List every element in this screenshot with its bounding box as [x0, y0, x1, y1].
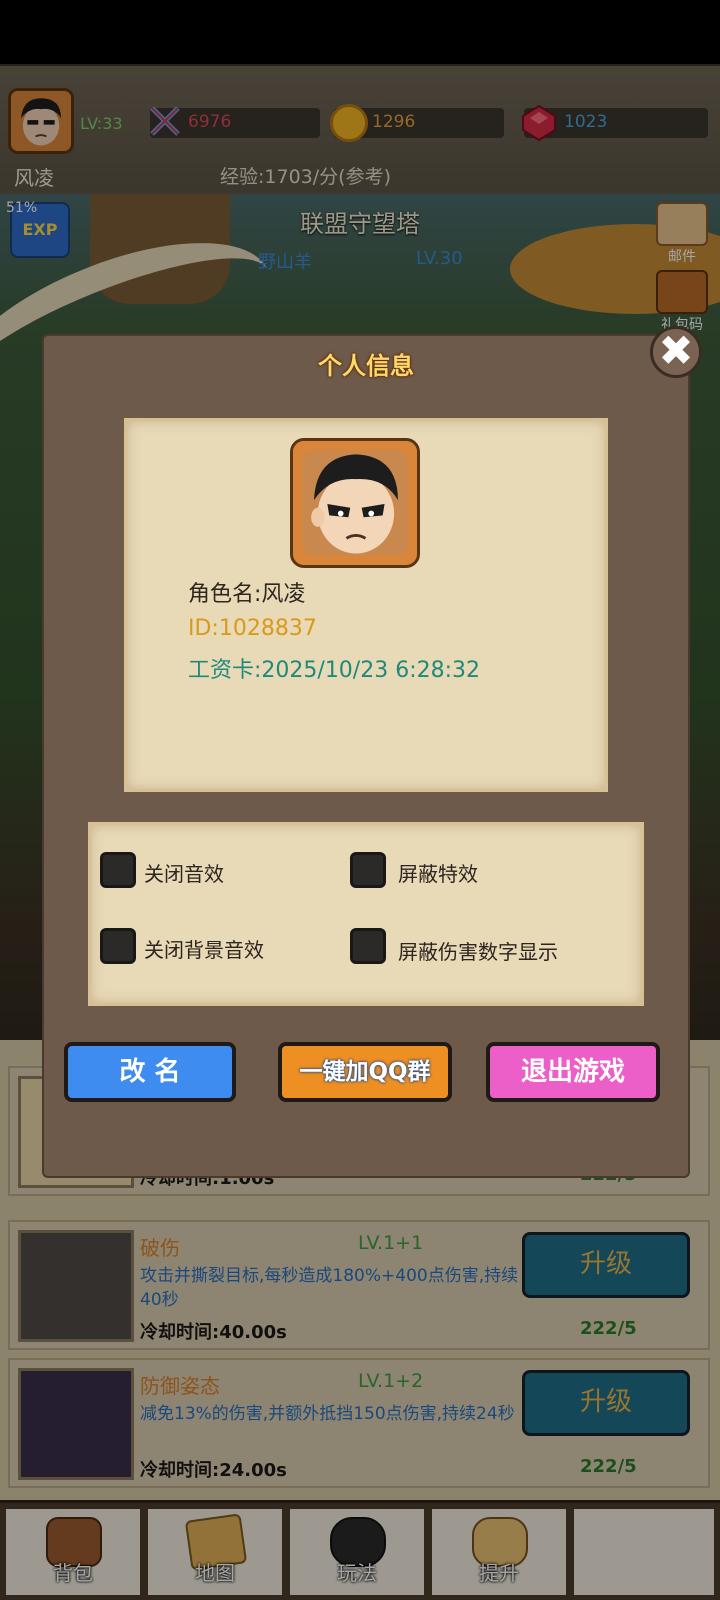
settings-card — [88, 822, 644, 1006]
close-dialog-button[interactable]: ✖ — [650, 326, 702, 378]
rename-button[interactable]: 改 名 — [64, 1042, 236, 1102]
mute-bgm-checkbox[interactable] — [100, 928, 136, 964]
hide-damage-numbers-label: 屏蔽伤害数字显示 — [398, 940, 558, 964]
hide-effects-checkbox[interactable] — [350, 852, 386, 888]
hero-face-icon — [293, 441, 417, 565]
profile-avatar — [290, 438, 420, 568]
profile-dialog: 个人信息 角色名:风凌 ID:1028837 工资卡:2025/10/23 6:… — [44, 336, 688, 1176]
hide-effects-label: 屏蔽特效 — [398, 862, 478, 886]
role-name: 角色名:风凌 — [188, 582, 306, 607]
hide-damage-numbers-checkbox[interactable] — [350, 928, 386, 964]
status-bar-area — [0, 0, 720, 64]
join-qq-group-button[interactable]: 一键加QQ群 — [278, 1042, 452, 1102]
salary-card-date: 工资卡:2025/10/23 6:28:32 — [188, 658, 481, 683]
exit-game-button[interactable]: 退出游戏 — [486, 1042, 660, 1102]
player-id: ID:1028837 — [188, 616, 317, 641]
close-icon: ✖ — [658, 326, 694, 375]
mute-sfx-label: 关闭音效 — [144, 862, 224, 886]
dialog-title: 个人信息 — [318, 352, 414, 380]
mute-bgm-label: 关闭背景音效 — [144, 938, 264, 962]
mute-sfx-checkbox[interactable] — [100, 852, 136, 888]
